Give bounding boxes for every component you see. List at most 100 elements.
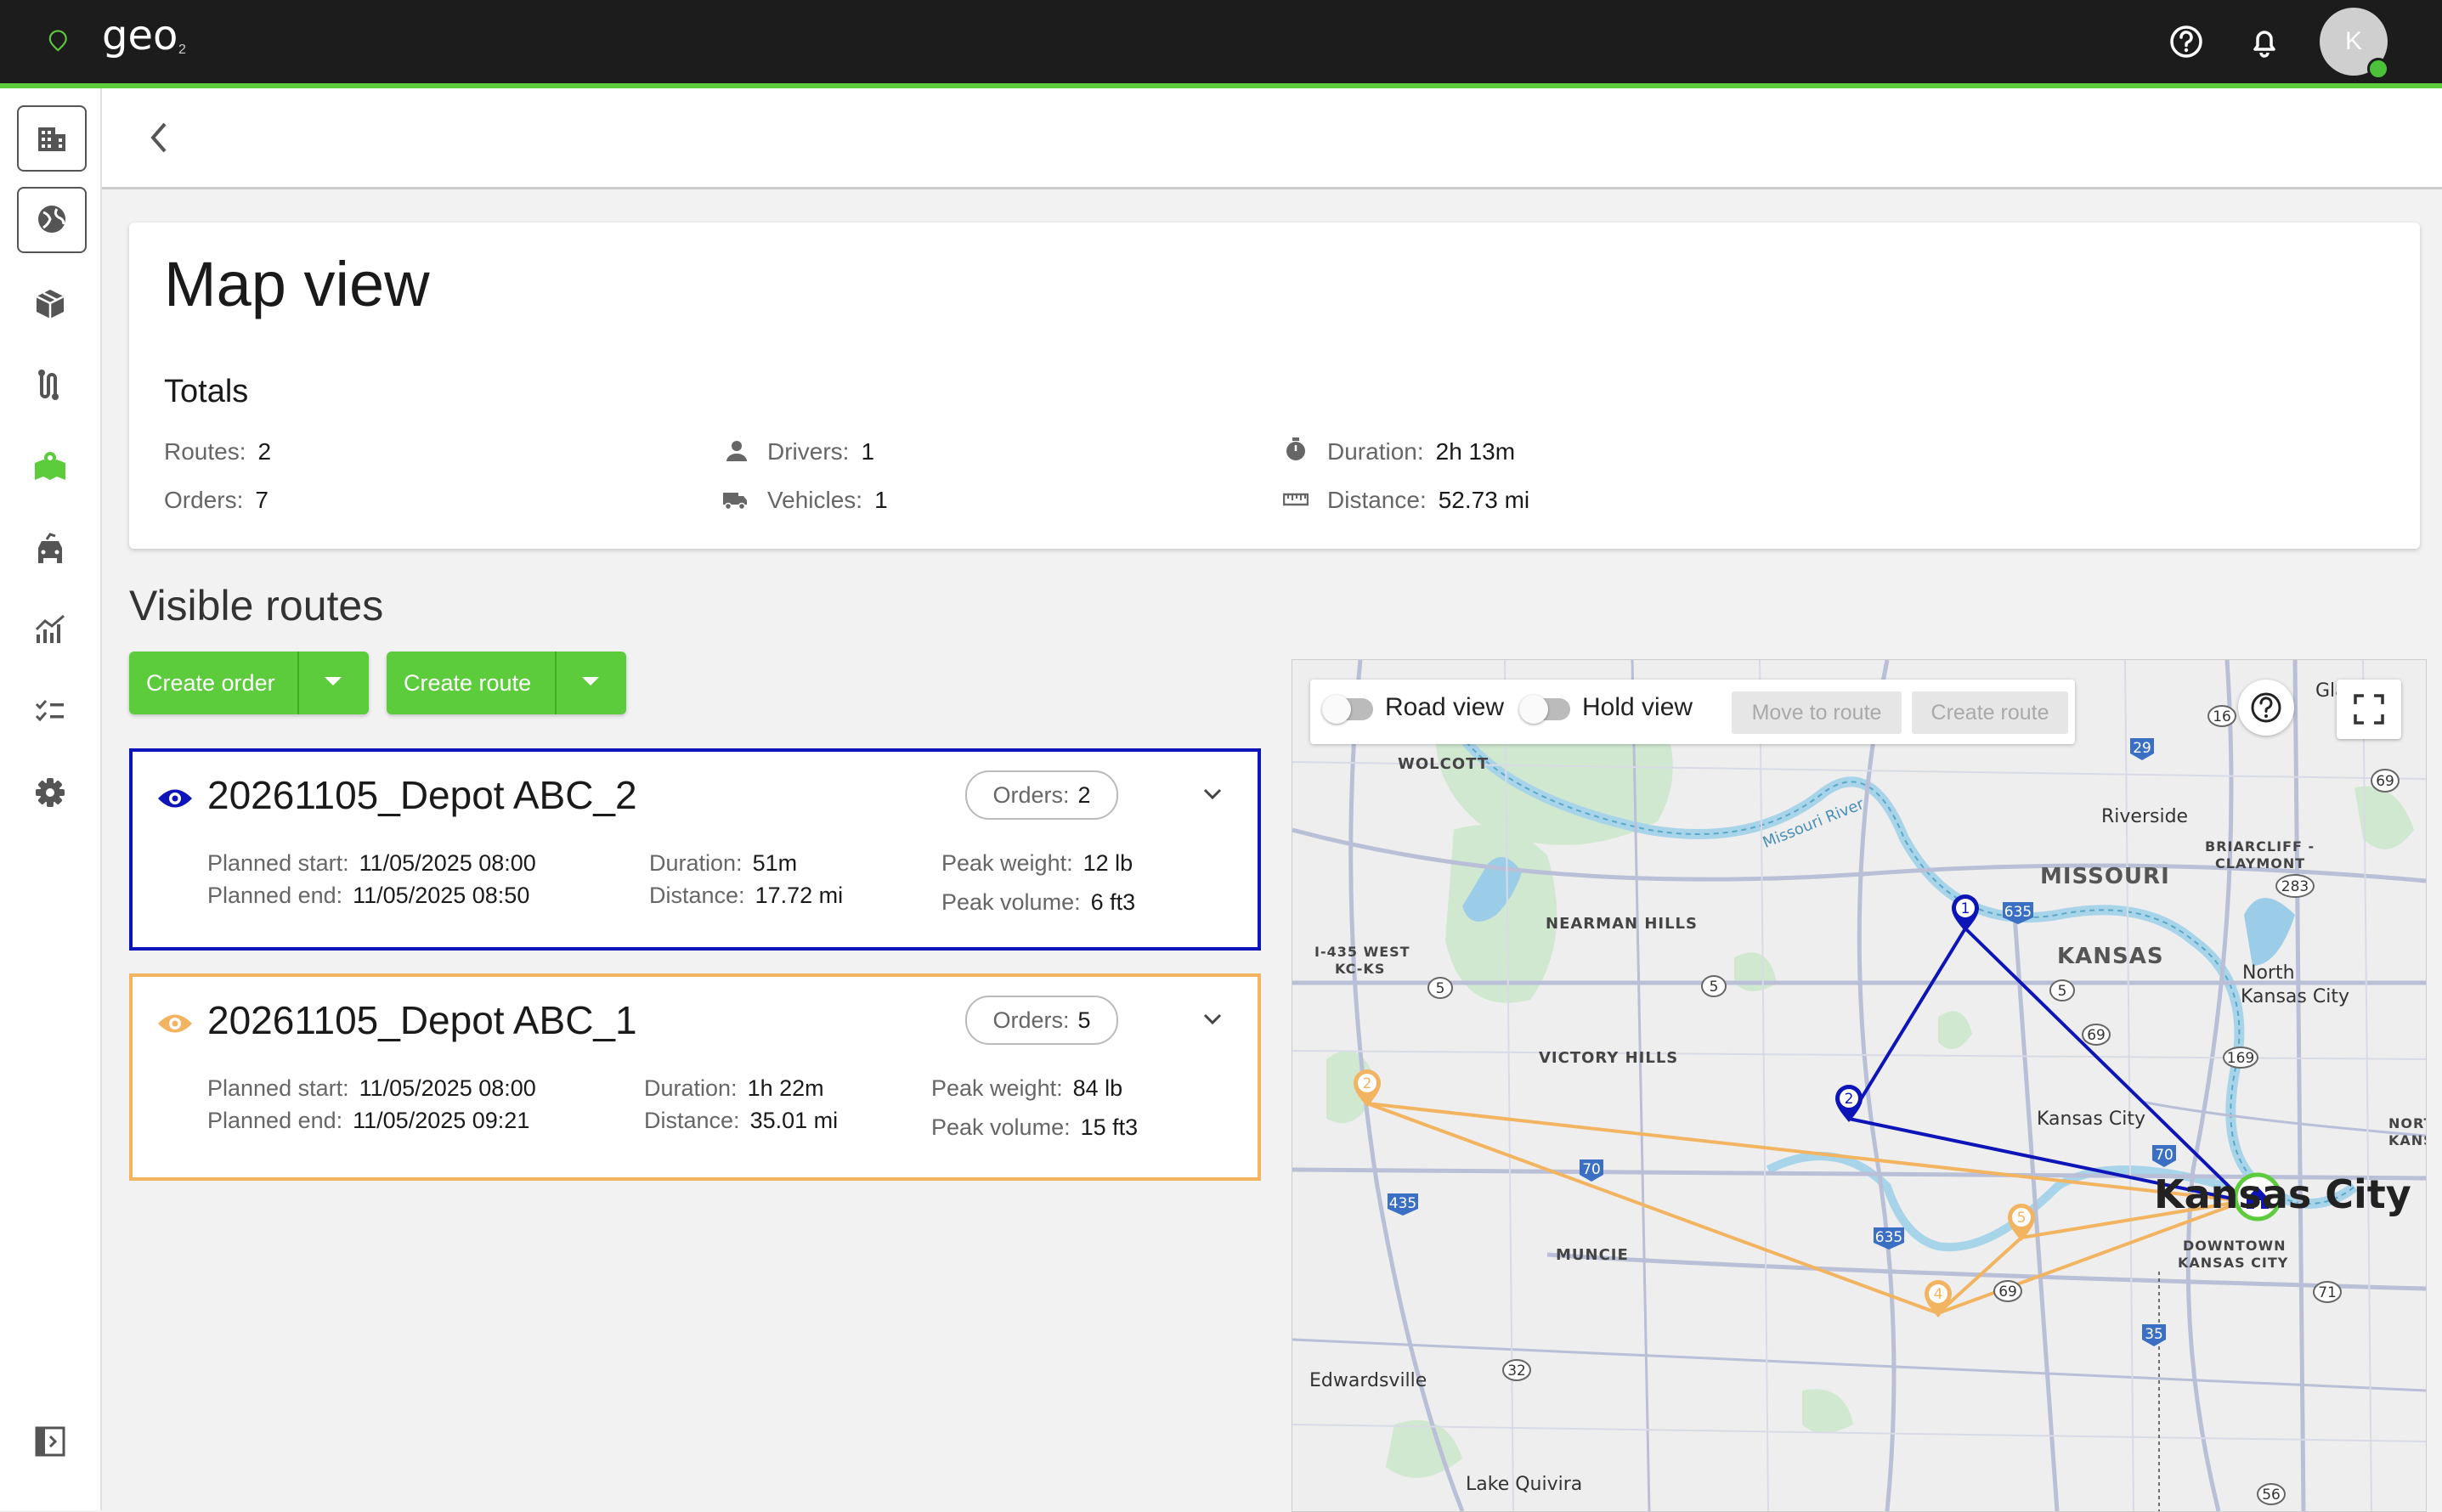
svg-text:2: 2: [1845, 1091, 1854, 1108]
highway-shield: 435: [1389, 1195, 1416, 1212]
online-status-dot: [2367, 58, 2389, 80]
eye-icon[interactable]: [156, 786, 194, 811]
sidebar-item-globe[interactable]: [17, 187, 87, 253]
place-label: BRIARCLIFF -: [2205, 838, 2315, 855]
place-label: KANS: [2388, 1132, 2426, 1148]
totals-vehicles: Vehicles: 1: [767, 487, 888, 513]
route-icon: [38, 370, 59, 400]
place-label: KANSAS: [2057, 944, 2164, 969]
highway-shield: 5: [1710, 979, 1719, 996]
place-label: VICTORY HILLS: [1539, 1049, 1679, 1067]
place-label: NEARMAN HILLS: [1546, 915, 1698, 933]
highway-shield: 69: [1998, 1284, 2017, 1300]
package-icon: [36, 290, 65, 319]
totals-routes: Routes: 2: [164, 438, 272, 465]
totals-card: [129, 223, 2420, 549]
map-help-button[interactable]: [2238, 680, 2294, 736]
place-label: WOLCOTT: [1398, 755, 1490, 773]
create-order-split-button: Create order: [129, 652, 369, 714]
place-label: NORT: [2388, 1115, 2426, 1131]
toggle-knob: [1519, 695, 1548, 724]
hold-view-toggle[interactable]: [1519, 695, 1570, 724]
place-label: I-435 WEST: [1314, 944, 1410, 960]
place-label: Edwardsville: [1309, 1370, 1427, 1391]
highway-shield: 5: [2058, 983, 2067, 1000]
sidebar-item-settings[interactable]: [29, 771, 71, 814]
planned-end: Planned end: 11/05/2025 08:50: [207, 883, 530, 908]
highway-shield: 69: [2376, 773, 2394, 790]
page-title: Map view: [164, 249, 430, 319]
peak-volume: Peak volume: 15 ft3: [931, 1114, 1139, 1140]
highway-shield: 69: [2087, 1027, 2106, 1044]
sidebar-item-packages[interactable]: [29, 282, 71, 324]
hold-view-label: Hold view: [1582, 693, 1693, 721]
toggle-knob: [1322, 695, 1351, 724]
map-create-route-button[interactable]: Create route: [1912, 691, 2068, 734]
chevron-down-icon[interactable]: [1200, 1011, 1225, 1028]
route-name: 20261105_Depot ABC_1: [207, 998, 637, 1042]
totals-duration: Duration: 2h 13m: [1327, 438, 1516, 465]
truck-icon: [723, 493, 747, 511]
peak-volume: Peak volume: 6 ft3: [941, 889, 1136, 915]
fullscreen-icon: [2354, 694, 2384, 725]
geo-logo[interactable]: [48, 12, 107, 71]
place-label: MUNCIE: [1556, 1246, 1629, 1264]
checklist-icon: [35, 700, 64, 722]
highway-shield: 70: [2155, 1147, 2173, 1164]
sidebar-item-checklist[interactable]: [29, 690, 71, 732]
create-order-dropdown-icon[interactable]: [325, 677, 342, 685]
place-label: North: [2242, 962, 2295, 984]
highway-shield: 635: [1875, 1229, 1902, 1246]
place-label: Kansas City: [2037, 1109, 2145, 1130]
move-to-route-button[interactable]: Move to route: [1732, 691, 1902, 734]
create-order-button[interactable]: Create order: [146, 670, 275, 697]
place-label: Riverside: [2101, 806, 2189, 827]
split-divider: [297, 652, 299, 714]
back-chevron-icon[interactable]: [143, 117, 177, 160]
map-icon: [35, 452, 65, 480]
sidebar-collapse-button[interactable]: [29, 1420, 71, 1463]
sidebar-item-vehicles[interactable]: [29, 527, 71, 569]
place-label: CLAYMONT: [2215, 855, 2306, 872]
route-duration: Duration: 51m: [649, 850, 798, 876]
peak-weight: Peak weight: 84 lb: [931, 1075, 1123, 1101]
orders-chip[interactable]: Orders: 2: [965, 770, 1118, 820]
create-route-dropdown-icon[interactable]: [582, 677, 599, 685]
totals-drivers: Drivers: 1: [767, 438, 875, 465]
route-card[interactable]: 20261105_Depot ABC_1 Orders: 5 Planned st…: [129, 973, 1261, 1181]
road-view-label: Road view: [1385, 693, 1505, 721]
route-stop-pin: 4: [1925, 1280, 1952, 1317]
sidebar-item-map[interactable]: [29, 445, 71, 488]
svg-text:1: 1: [1961, 900, 1970, 917]
analytics-icon: [35, 614, 65, 643]
place-label: Lake Quivira: [1466, 1474, 1583, 1495]
globe-icon: [38, 206, 65, 233]
highway-shield: 169: [2227, 1050, 2254, 1067]
map-base: 29 69 283 635 5 5 5 69 169 70 70 435 635…: [1292, 660, 2426, 1511]
sidebar-item-buildings[interactable]: [17, 105, 87, 172]
sidebar-item-routes[interactable]: [29, 364, 71, 406]
bell-icon[interactable]: [2247, 24, 2282, 59]
stopwatch-icon: [1286, 437, 1305, 460]
totals-heading: Totals: [164, 374, 249, 409]
route-distance: Distance: 35.01 mi: [644, 1108, 839, 1133]
highway-shield: 635: [2004, 904, 2032, 921]
chevron-down-icon[interactable]: [1200, 786, 1225, 803]
create-route-button[interactable]: Create route: [404, 670, 531, 697]
route-map[interactable]: 29 69 283 635 5 5 5 69 169 70 70 435 635…: [1292, 659, 2427, 1512]
split-divider: [555, 652, 557, 714]
top-bar: geo 2 K: [0, 0, 2442, 88]
orders-chip[interactable]: Orders: 5: [965, 996, 1118, 1045]
svg-text:2: 2: [1363, 1075, 1372, 1092]
place-label: DOWNTOWN: [2183, 1238, 2287, 1254]
sidebar-item-analytics[interactable]: [29, 608, 71, 651]
place-label: Kansas City: [2241, 986, 2349, 1007]
highway-shield: 71: [2318, 1284, 2337, 1301]
highway-shield: 5: [1436, 980, 1445, 997]
route-card[interactable]: 20261105_Depot ABC_2 Orders: 2 Planned st…: [129, 748, 1261, 951]
road-view-toggle[interactable]: [1322, 695, 1373, 724]
fullscreen-button[interactable]: [2337, 680, 2401, 739]
eye-icon[interactable]: [156, 1011, 194, 1036]
help-circle-icon[interactable]: [2168, 24, 2204, 59]
create-route-split-button: Create route: [387, 652, 626, 714]
